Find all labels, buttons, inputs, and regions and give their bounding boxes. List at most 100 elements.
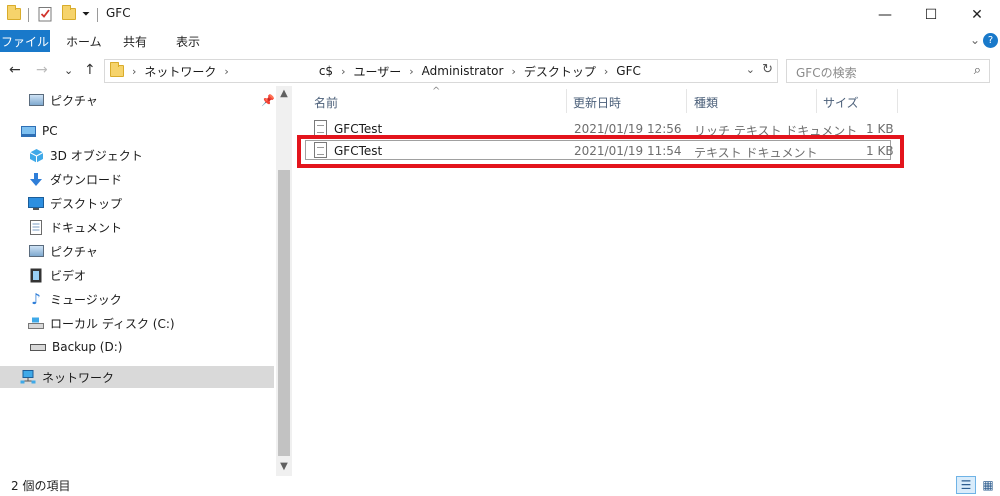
- nav-item-3d-objects[interactable]: 3D オブジェクト: [0, 144, 274, 166]
- back-button[interactable]: ←: [9, 62, 21, 78]
- breadcrumb-c-share[interactable]: c$: [319, 64, 333, 78]
- breadcrumb-users[interactable]: ユーザー: [353, 63, 401, 80]
- title-bar: ⏷ GFC — ☐ ✕: [0, 0, 1000, 30]
- large-icons-view-icon[interactable]: ▦: [978, 476, 998, 494]
- quick-access-dropdown-icon[interactable]: ⏷: [82, 5, 90, 23]
- sort-ascending-icon: ^: [432, 86, 441, 97]
- nav-item-label: ドキュメント: [50, 220, 123, 235]
- toolbar-separator: [28, 8, 29, 22]
- maximize-button[interactable]: ☐: [908, 0, 954, 30]
- nav-item-pictures-pinned[interactable]: ピクチャ 📌: [0, 89, 275, 111]
- address-bar[interactable]: › ネットワーク › c$ › ユーザー › Administrator › デ…: [104, 59, 778, 83]
- nav-item-label: 3D オブジェクト: [50, 148, 143, 163]
- nav-item-desktop[interactable]: デスクトップ: [0, 192, 274, 214]
- tab-share[interactable]: 共有: [123, 30, 147, 52]
- local-disk-icon: [28, 316, 44, 330]
- breadcrumb-desktop[interactable]: デスクトップ: [524, 63, 596, 80]
- nav-scrollbar[interactable]: ▲ ▼: [276, 86, 292, 476]
- navigation-pane: ピクチャ 📌 PC 3D オブジェクト ダウンロード デスクトップ ドキュメント…: [0, 86, 292, 476]
- 3d-objects-icon: [28, 148, 44, 162]
- nav-item-network[interactable]: ネットワーク: [0, 366, 274, 388]
- breadcrumb-separator[interactable]: ›: [604, 65, 608, 78]
- properties-icon[interactable]: [38, 5, 52, 23]
- breadcrumb-administrator[interactable]: Administrator: [422, 64, 504, 78]
- search-placeholder: GFCの検索: [796, 66, 857, 80]
- address-row: ← → ⌄ ↑ › ネットワーク › c$ › ユーザー › Administr…: [0, 57, 1000, 85]
- file-size: 1 KB: [866, 122, 894, 136]
- breadcrumb-network[interactable]: ネットワーク: [144, 63, 216, 80]
- rich-text-document-icon: [314, 120, 327, 136]
- pc-icon: [20, 124, 36, 138]
- search-icon[interactable]: ⌕: [974, 63, 981, 78]
- folder-icon: [110, 62, 124, 77]
- column-divider[interactable]: [816, 89, 817, 113]
- close-button[interactable]: ✕: [954, 0, 1000, 30]
- music-icon: ♪: [31, 290, 41, 308]
- column-header-name[interactable]: 名前: [314, 94, 338, 111]
- breadcrumb-separator[interactable]: ›: [341, 65, 345, 78]
- nav-item-pc[interactable]: PC: [0, 120, 274, 142]
- download-icon: [28, 172, 44, 186]
- item-count: 2 個の項目: [11, 479, 71, 493]
- annotation-highlight-box: [297, 135, 904, 168]
- pin-icon[interactable]: 📌: [261, 94, 275, 107]
- drive-icon: [30, 340, 46, 354]
- column-header-type[interactable]: 種類: [694, 94, 718, 111]
- nav-item-backup-d[interactable]: Backup (D:): [0, 336, 274, 358]
- nav-item-label: ダウンロード: [50, 172, 123, 187]
- folder-icon: [7, 5, 21, 23]
- breadcrumb-separator[interactable]: ›: [224, 65, 228, 78]
- breadcrumb-separator[interactable]: ›: [409, 65, 413, 78]
- up-button[interactable]: ↑: [84, 62, 96, 78]
- minimize-button[interactable]: —: [862, 0, 908, 30]
- tab-file[interactable]: ファイル: [0, 30, 50, 52]
- scroll-down-icon[interactable]: ▼: [276, 461, 292, 472]
- toolbar-separator: [97, 8, 98, 22]
- nav-item-label: Backup (D:): [52, 340, 123, 354]
- tab-home[interactable]: ホーム: [66, 30, 102, 52]
- nav-item-downloads[interactable]: ダウンロード: [0, 168, 274, 190]
- video-icon: [28, 268, 44, 282]
- new-folder-icon[interactable]: [62, 5, 76, 23]
- pictures-icon: [28, 244, 44, 258]
- nav-item-label: ビデオ: [50, 268, 87, 283]
- nav-item-label: デスクトップ: [50, 196, 123, 211]
- status-bar: 2 個の項目 ☰ ▦: [0, 476, 1000, 496]
- forward-button[interactable]: →: [36, 62, 48, 78]
- breadcrumb-separator[interactable]: ›: [511, 65, 515, 78]
- breadcrumb-separator[interactable]: ›: [132, 65, 136, 78]
- nav-item-label: PC: [42, 124, 58, 138]
- address-dropdown-icon[interactable]: ⌄: [746, 63, 755, 76]
- tab-view[interactable]: 表示: [176, 30, 200, 52]
- ribbon-tabs: ファイル ホーム 共有 表示 ⌄ ?: [0, 30, 1000, 52]
- nav-item-label: ミュージック: [50, 292, 122, 307]
- column-header-size[interactable]: サイズ: [823, 94, 859, 111]
- help-icon[interactable]: ?: [983, 33, 998, 48]
- nav-item-local-disk-c[interactable]: ローカル ディスク (C:): [0, 312, 274, 334]
- nav-item-label: ネットワーク: [42, 370, 115, 385]
- recent-locations-icon[interactable]: ⌄: [64, 64, 73, 77]
- file-name: GFCTest: [334, 122, 383, 136]
- scroll-thumb[interactable]: [278, 170, 290, 456]
- window-title: GFC: [106, 6, 131, 20]
- nav-item-pictures[interactable]: ピクチャ: [0, 240, 274, 262]
- search-input[interactable]: GFCの検索 ⌕: [786, 59, 990, 83]
- nav-item-documents[interactable]: ドキュメント: [0, 216, 274, 238]
- nav-item-music[interactable]: ♪ ミュージック: [0, 288, 274, 310]
- network-icon: [20, 370, 36, 384]
- file-modified: 2021/01/19 12:56: [574, 122, 682, 136]
- documents-icon: [28, 219, 44, 235]
- details-view-icon[interactable]: ☰: [956, 476, 976, 494]
- column-header-modified[interactable]: 更新日時: [573, 94, 621, 111]
- column-divider[interactable]: [897, 89, 898, 113]
- nav-item-videos[interactable]: ビデオ: [0, 264, 274, 286]
- nav-item-label: ピクチャ: [50, 93, 98, 108]
- breadcrumb-gfc[interactable]: GFC: [616, 64, 641, 78]
- scroll-up-icon[interactable]: ▲: [276, 88, 292, 99]
- pictures-icon: [28, 93, 44, 107]
- column-divider[interactable]: [686, 89, 687, 113]
- refresh-icon[interactable]: ↻: [762, 62, 773, 77]
- nav-item-label: ピクチャ: [50, 244, 98, 259]
- column-divider[interactable]: [566, 89, 567, 113]
- expand-ribbon-icon[interactable]: ⌄: [970, 33, 980, 47]
